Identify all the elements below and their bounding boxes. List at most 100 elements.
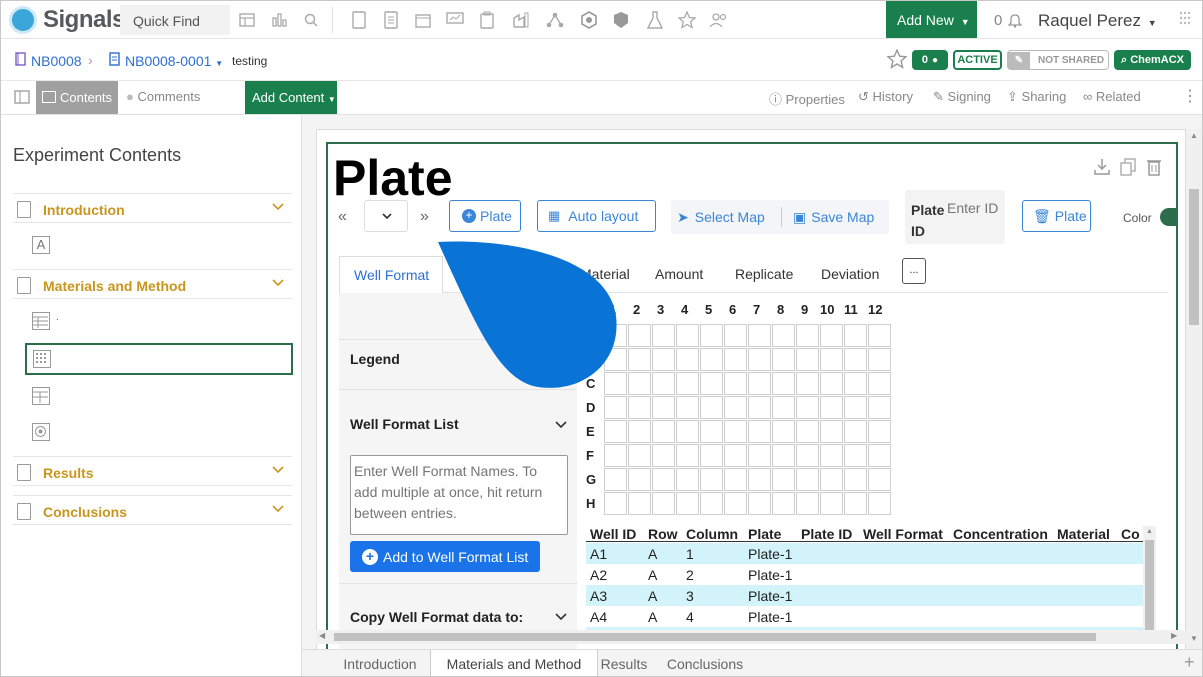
save-map-button[interactable]: ▣ Save Map bbox=[793, 209, 874, 226]
last-plate-icon[interactable]: » bbox=[420, 208, 429, 226]
plate-well[interactable] bbox=[748, 324, 771, 347]
plate-well[interactable] bbox=[796, 324, 819, 347]
comments-tab[interactable]: ● Comments bbox=[126, 89, 200, 104]
table-icon[interactable] bbox=[32, 387, 50, 405]
plate-well[interactable] bbox=[820, 324, 843, 347]
shield-icon[interactable] bbox=[611, 10, 631, 30]
section-materials-and-method[interactable]: Materials and Method bbox=[13, 269, 292, 299]
page-scrollbar[interactable]: ▲ ▼ bbox=[1186, 129, 1202, 649]
hexagon-icon[interactable] bbox=[579, 10, 599, 30]
plate-well[interactable] bbox=[676, 492, 699, 515]
plate-well[interactable] bbox=[868, 396, 891, 419]
plate-well[interactable] bbox=[796, 372, 819, 395]
select-map-button[interactable]: ➤ Select Map bbox=[677, 209, 765, 226]
plate-well[interactable] bbox=[724, 420, 747, 443]
plate-well[interactable] bbox=[724, 444, 747, 467]
plate-well[interactable] bbox=[820, 348, 843, 371]
plate-well[interactable] bbox=[844, 324, 867, 347]
signing-button[interactable]: ✎ Signing bbox=[933, 89, 991, 105]
auto-layout-button[interactable]: ▦ Auto layout bbox=[537, 200, 656, 232]
chemacx-button[interactable]: ⌕ ChemACX bbox=[1114, 50, 1191, 70]
plate-well[interactable] bbox=[700, 420, 723, 443]
plate-well[interactable] bbox=[676, 372, 699, 395]
lab-equipment-icon[interactable] bbox=[511, 10, 531, 30]
plate-well[interactable] bbox=[628, 372, 651, 395]
plate-well[interactable] bbox=[700, 396, 723, 419]
plate-well[interactable] bbox=[772, 468, 795, 491]
add-new-button[interactable]: Add New ▼ bbox=[886, 1, 977, 38]
plate-well[interactable] bbox=[700, 444, 723, 467]
plate-well[interactable] bbox=[820, 468, 843, 491]
first-plate-icon[interactable]: « bbox=[338, 208, 347, 226]
plate-well[interactable] bbox=[772, 492, 795, 515]
plate-well[interactable] bbox=[772, 324, 795, 347]
trash-icon[interactable] bbox=[1146, 158, 1162, 179]
plate-well[interactable] bbox=[700, 372, 723, 395]
plate-well[interactable] bbox=[676, 396, 699, 419]
plate-well[interactable] bbox=[676, 444, 699, 467]
plate-well[interactable] bbox=[868, 468, 891, 491]
plate-well[interactable] bbox=[652, 348, 675, 371]
delete-plate-button[interactable]: 🗑 Plate bbox=[1022, 200, 1091, 232]
add-plate-button[interactable]: + Plate bbox=[449, 200, 521, 232]
plate-well[interactable] bbox=[700, 324, 723, 347]
plate-well[interactable] bbox=[628, 444, 651, 467]
chevron-down-icon[interactable] bbox=[555, 421, 567, 429]
table-row[interactable]: A1 A 1 Plate-1 bbox=[586, 543, 1143, 564]
sharing-button[interactable]: ⇪ Sharing bbox=[1007, 89, 1066, 105]
section-introduction[interactable]: Introduction bbox=[13, 193, 292, 223]
tab-more-button[interactable]: ... bbox=[902, 258, 926, 284]
plate-well[interactable] bbox=[604, 396, 627, 419]
table-row[interactable]: A3 A 3 Plate-1 bbox=[586, 585, 1143, 606]
plate-well[interactable] bbox=[724, 396, 747, 419]
favorite-star-icon[interactable] bbox=[886, 48, 908, 72]
plate-well[interactable] bbox=[628, 468, 651, 491]
text-content-icon[interactable]: A bbox=[32, 236, 50, 254]
plate-well[interactable] bbox=[772, 348, 795, 371]
molecule-icon[interactable] bbox=[545, 10, 565, 30]
plate-well[interactable] bbox=[796, 468, 819, 491]
more-vertical-icon[interactable]: ⋮ bbox=[1182, 86, 1198, 106]
plate-well[interactable] bbox=[628, 492, 651, 515]
plate-well[interactable] bbox=[748, 396, 771, 419]
add-section-icon[interactable]: + bbox=[1184, 652, 1195, 673]
plate-content-item[interactable] bbox=[25, 343, 293, 375]
plate-well[interactable] bbox=[748, 348, 771, 371]
horizontal-scrollbar[interactable]: ◀ ▶ bbox=[316, 630, 1186, 644]
history-button[interactable]: ↺ History bbox=[858, 89, 913, 105]
plate-well[interactable] bbox=[844, 468, 867, 491]
clipboard-icon[interactable] bbox=[477, 10, 497, 30]
table-scrollbar[interactable]: ▲ bbox=[1143, 526, 1156, 638]
plate-well[interactable] bbox=[796, 348, 819, 371]
chevron-down-icon[interactable] bbox=[555, 613, 567, 621]
plate-well[interactable] bbox=[820, 492, 843, 515]
add-content-button[interactable]: Add Content ▼ bbox=[245, 81, 337, 114]
bottom-tab-materials-and-method[interactable]: Materials and Method bbox=[430, 650, 598, 676]
bottom-tab-introduction[interactable]: Introduction bbox=[330, 650, 430, 676]
plate-well[interactable] bbox=[844, 372, 867, 395]
star-icon[interactable] bbox=[677, 10, 697, 30]
plate-well[interactable] bbox=[628, 396, 651, 419]
plate-well[interactable] bbox=[652, 324, 675, 347]
tab-amount[interactable]: Amount bbox=[655, 266, 703, 282]
experiment-icon[interactable] bbox=[381, 10, 401, 30]
tab-replicate[interactable]: Replicate bbox=[735, 266, 793, 282]
analytics-icon[interactable] bbox=[269, 10, 289, 30]
plate-well[interactable] bbox=[724, 492, 747, 515]
plate-well[interactable] bbox=[796, 492, 819, 515]
flask-icon[interactable] bbox=[645, 10, 665, 30]
plate-well[interactable] bbox=[604, 468, 627, 491]
plate-well[interactable] bbox=[628, 324, 651, 347]
plate-well[interactable] bbox=[676, 348, 699, 371]
plate-well[interactable] bbox=[820, 420, 843, 443]
section-conclusions[interactable]: Conclusions bbox=[13, 495, 292, 525]
copy-icon[interactable] bbox=[1120, 158, 1136, 179]
plate-well[interactable] bbox=[772, 372, 795, 395]
well-format-names-input[interactable] bbox=[350, 455, 568, 535]
plate-well[interactable] bbox=[652, 444, 675, 467]
plate-well[interactable] bbox=[700, 492, 723, 515]
plate-well[interactable] bbox=[772, 420, 795, 443]
add-to-well-format-list-button[interactable]: + Add to Well Format List bbox=[350, 541, 540, 572]
user-menu[interactable]: Raquel Perez ▼ bbox=[1038, 11, 1157, 31]
table-icon[interactable] bbox=[32, 312, 50, 330]
